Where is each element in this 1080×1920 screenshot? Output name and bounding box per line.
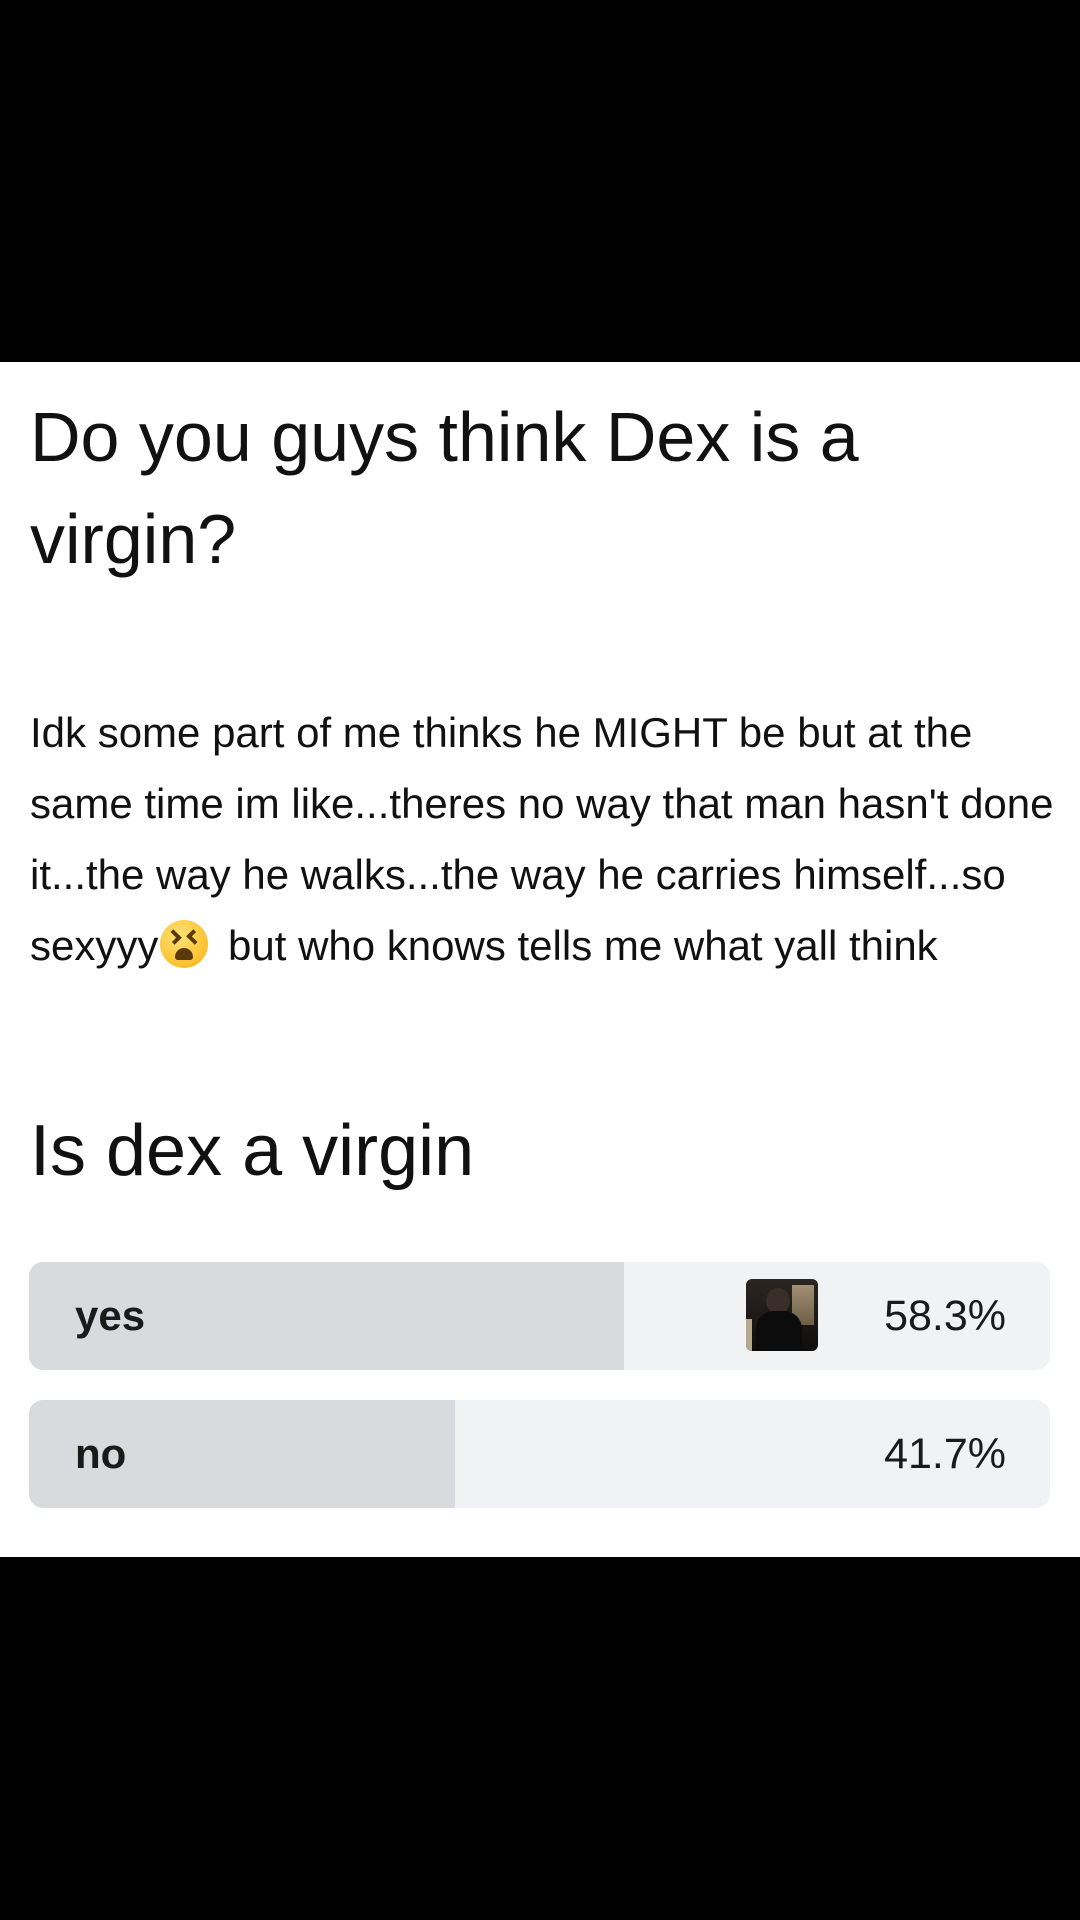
- post-body-text-end: but who knows tells me what yall think: [216, 922, 938, 969]
- top-black-band: [0, 0, 1080, 362]
- poll-option-percent: 58.3%: [884, 1292, 1006, 1340]
- tired-face-emoji-icon: [160, 920, 209, 968]
- poll-option-label: yes: [75, 1292, 146, 1339]
- poll-option-yes[interactable]: yes 58.3%: [29, 1262, 1050, 1370]
- bottom-black-band: [0, 1557, 1080, 1920]
- poll-question: Is dex a virgin: [30, 1111, 475, 1191]
- poll-option-percent: 41.7%: [884, 1430, 1006, 1478]
- poll-option-label: no: [75, 1430, 127, 1477]
- post-body: Idk some part of me thinks he MIGHT be b…: [30, 697, 1060, 981]
- post-card: Do you guys think Dex is a virgin? Idk s…: [0, 362, 1080, 1557]
- poll-option-no[interactable]: no 41.7%: [29, 1400, 1050, 1508]
- post-title: Do you guys think Dex is a virgin?: [30, 398, 859, 578]
- voter-avatar: [746, 1279, 818, 1351]
